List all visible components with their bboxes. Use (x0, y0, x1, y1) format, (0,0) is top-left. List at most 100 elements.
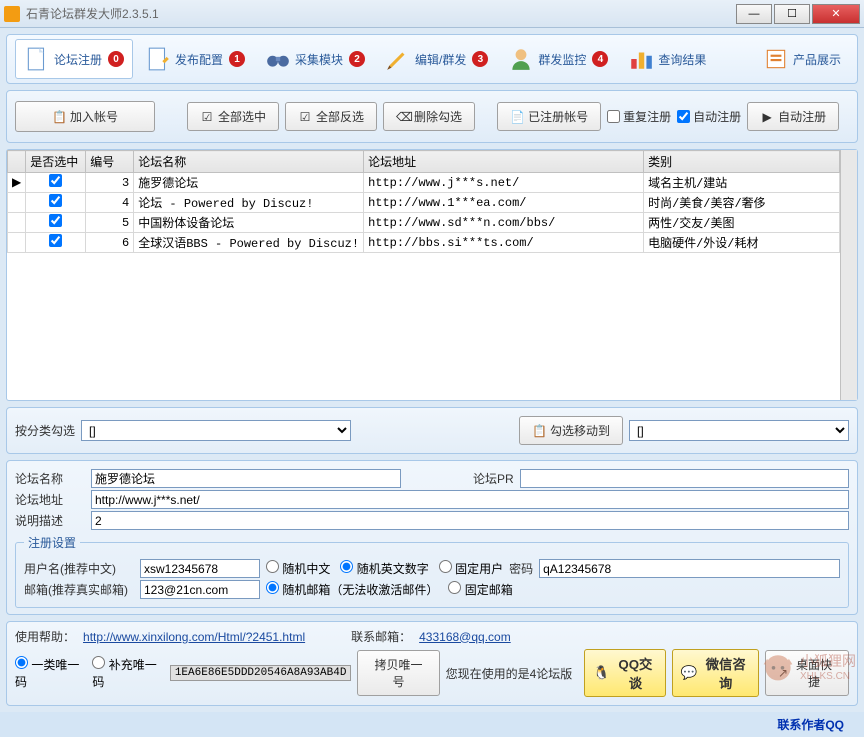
table-row[interactable]: ▶3施罗德论坛http://www.j***s.net/域名主机/建站 (8, 173, 840, 193)
arrow-up-icon: ↗ (778, 666, 788, 680)
check-icon: ☑ (200, 110, 214, 124)
invert-select-button[interactable]: ☑全部反选 (285, 102, 377, 131)
tab-label: 产品展示 (793, 51, 841, 68)
row-id: 5 (86, 213, 134, 233)
help-label: 使用帮助： (15, 628, 75, 645)
list-icon (763, 46, 789, 72)
tab-edit[interactable]: 编辑/群发 3 (377, 40, 496, 78)
row-name: 中国粉体设备论坛 (134, 213, 364, 233)
tab-products[interactable]: 产品展示 (755, 40, 849, 78)
select-all-button[interactable]: ☑全部选中 (187, 102, 279, 131)
table-row[interactable]: 4论坛 - Powered by Discuz!http://www.1***e… (8, 193, 840, 213)
vertical-scrollbar[interactable] (840, 150, 857, 400)
row-id: 6 (86, 233, 134, 253)
rand-mail-radio[interactable]: 随机邮箱（无法收激活邮件） (266, 581, 438, 598)
username-field[interactable] (140, 559, 260, 578)
tab-register[interactable]: 论坛注册 0 (15, 39, 133, 79)
forum-url-label: 论坛地址 (15, 491, 85, 508)
email-field[interactable] (140, 580, 260, 599)
row-pointer (8, 233, 26, 253)
row-pointer (8, 213, 26, 233)
minimize-button[interactable]: — (736, 4, 772, 24)
auto-register-checkbox[interactable]: 自动注册 (677, 108, 741, 125)
register-legend: 注册设置 (24, 534, 80, 551)
move-selection-button[interactable]: 📋勾选移动到 (519, 416, 623, 445)
tab-badge: 0 (108, 51, 124, 67)
col-selected[interactable]: 是否选中 (26, 151, 86, 173)
chart-icon (628, 46, 654, 72)
forum-desc-field[interactable] (91, 511, 849, 530)
move-target-select[interactable]: [] (629, 420, 849, 441)
contact-label: 联系邮箱： (351, 628, 411, 645)
forum-grid: 是否选中 编号 论坛名称 论坛地址 类别 ▶3施罗德论坛http://www.j… (6, 149, 858, 401)
row-checkbox-cell[interactable] (26, 233, 86, 253)
document-icon (24, 46, 50, 72)
list-icon: 📄 (510, 110, 524, 124)
wechat-button[interactable]: 💬微信咨询 (672, 649, 759, 697)
delete-selected-button[interactable]: ⌫删除勾选 (383, 102, 475, 131)
row-checkbox-cell[interactable] (26, 173, 86, 193)
row-name: 全球汉语BBS - Powered by Discuz! (134, 233, 364, 253)
tab-query[interactable]: 查询结果 (620, 40, 714, 78)
rand-en-radio[interactable]: 随机英文数字 (340, 560, 428, 577)
author-contact[interactable]: 联系作者QQ (777, 716, 844, 733)
rand-cn-radio[interactable]: 随机中文 (266, 560, 330, 577)
tab-label: 查询结果 (658, 51, 706, 68)
tab-label: 论坛注册 (54, 51, 102, 68)
contact-mail-link[interactable]: 433168@qq.com (419, 630, 511, 644)
tab-badge: 1 (229, 51, 245, 67)
help-link[interactable]: http://www.xinxilong.com/Html/?2451.html (83, 630, 305, 644)
document-pencil-icon (145, 46, 171, 72)
tab-badge: 4 (592, 51, 608, 67)
close-button[interactable]: ✕ (812, 4, 860, 24)
row-id: 3 (86, 173, 134, 193)
tab-badge: 2 (349, 51, 365, 67)
desktop-shortcut-button[interactable]: ↗桌面快捷 (765, 650, 849, 696)
col-category[interactable]: 类别 (644, 151, 840, 173)
forum-desc-label: 说明描述 (15, 512, 85, 529)
col-id[interactable]: 编号 (86, 151, 134, 173)
user-icon (508, 46, 534, 72)
username-label: 用户名(推荐中文) (24, 560, 134, 577)
category-filter-select[interactable]: [] (81, 420, 351, 441)
tab-label: 群发监控 (538, 51, 586, 68)
detail-panel: 论坛名称 论坛PR 论坛地址 说明描述 注册设置 用户名(推荐中文) 随机中文 … (6, 460, 858, 615)
forum-pr-field[interactable] (520, 469, 849, 488)
maximize-button[interactable]: ☐ (774, 4, 810, 24)
password-field[interactable] (539, 559, 840, 578)
copy-code-button[interactable]: 拷贝唯一号 (357, 650, 439, 696)
col-url[interactable]: 论坛地址 (364, 151, 644, 173)
wechat-icon: 💬 (681, 665, 698, 681)
forum-url-field[interactable] (91, 490, 849, 509)
statusbar: 联系作者QQ (0, 712, 864, 737)
tab-collect[interactable]: 采集模块 2 (257, 40, 373, 78)
filter-panel: 按分类勾选 [] 📋勾选移动到 [] (6, 407, 858, 454)
row-url: http://www.1***ea.com/ (364, 193, 644, 213)
row-checkbox-cell[interactable] (26, 193, 86, 213)
tab-publish[interactable]: 发布配置 1 (137, 40, 253, 78)
row-checkbox-cell[interactable] (26, 213, 86, 233)
row-category: 电脑硬件/外设/耗材 (644, 233, 840, 253)
auto-register-button[interactable]: ▶自动注册 (747, 102, 839, 131)
tab-monitor[interactable]: 群发监控 4 (500, 40, 616, 78)
app-icon (4, 6, 20, 22)
code1-radio[interactable]: 一类唯一码 (15, 656, 86, 690)
version-message: 您现在使用的是4论坛版 (446, 665, 573, 682)
table-row[interactable]: 6 全球汉语BBS - Powered by Discuz!http://bbs… (8, 233, 840, 253)
code2-radio[interactable]: 补充唯一码 (92, 656, 163, 690)
footer-panel: 使用帮助： http://www.xinxilong.com/Html/?245… (6, 621, 858, 706)
col-name[interactable]: 论坛名称 (134, 151, 364, 173)
qq-chat-button[interactable]: 🐧QQ交谈 (584, 649, 666, 697)
add-account-button[interactable]: 📋 加入帐号 (15, 101, 155, 132)
row-pointer (8, 193, 26, 213)
repeat-register-checkbox[interactable]: 重复注册 (607, 108, 671, 125)
forum-name-field[interactable] (91, 469, 401, 488)
registered-accounts-button[interactable]: 📄已注册帐号 (497, 102, 601, 131)
titlebar: 石青论坛群发大师2.3.5.1 — ☐ ✕ (0, 0, 864, 28)
fixed-mail-radio[interactable]: 固定邮箱 (448, 581, 512, 598)
password-label: 密码 (509, 560, 533, 577)
register-settings-fieldset: 注册设置 用户名(推荐中文) 随机中文 随机英文数字 固定用户 密码 邮箱(推荐… (15, 534, 849, 608)
row-name: 施罗德论坛 (134, 173, 364, 193)
fixed-user-radio[interactable]: 固定用户 (439, 560, 503, 577)
table-row[interactable]: 5中国粉体设备论坛http://www.sd***n.com/bbs/两性/交友… (8, 213, 840, 233)
